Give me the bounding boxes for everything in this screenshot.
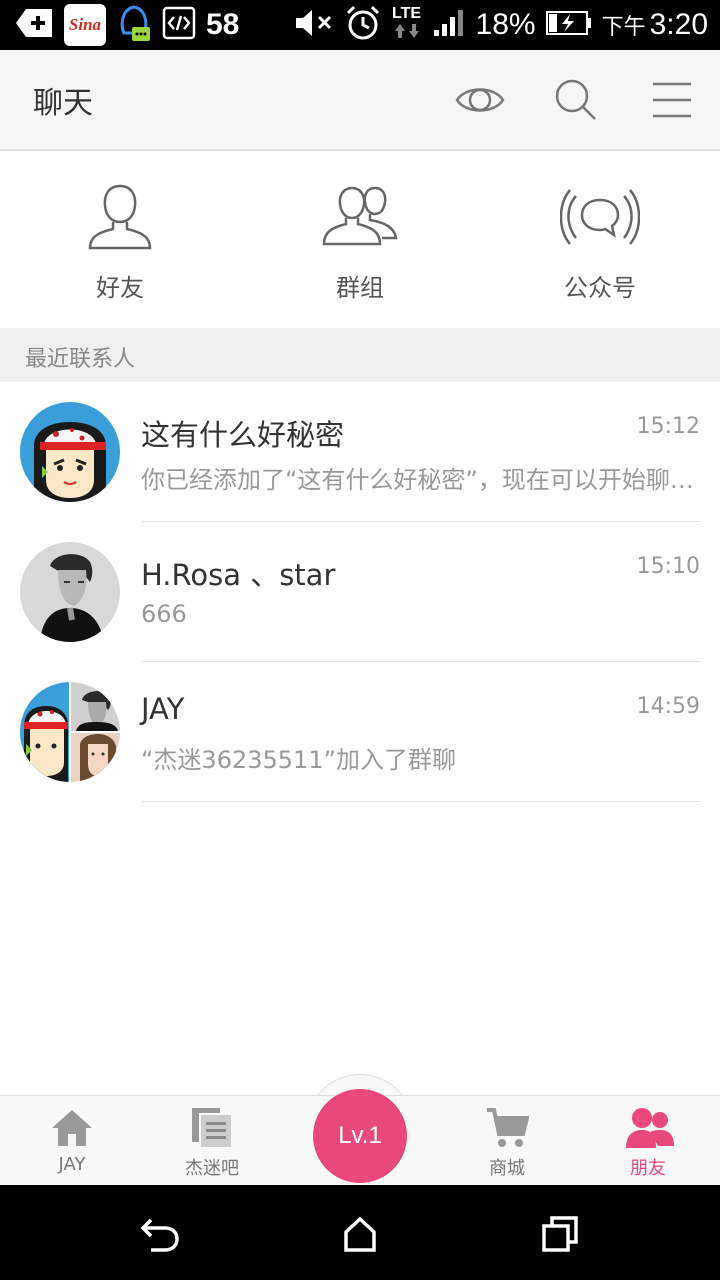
level-label: Lv.1: [338, 1122, 382, 1149]
conversation-time: 15:10: [636, 554, 700, 579]
nav-label-jay: JAY: [58, 1154, 86, 1175]
tab-groups[interactable]: 群组: [240, 152, 480, 328]
home-icon[interactable]: [335, 1209, 385, 1259]
quick-tabs: 好友 群组 公众号: [0, 152, 720, 328]
developer-code-icon: [162, 6, 196, 44]
nav-item-fans[interactable]: 杰迷吧: [152, 1096, 272, 1186]
tab-friends[interactable]: 好友: [0, 152, 240, 328]
avatar: [20, 402, 120, 502]
qq-icon: [116, 3, 152, 47]
clock-time: 3:20: [649, 8, 708, 41]
battery-percent: 18%: [475, 8, 536, 41]
conversation-item[interactable]: JAY “杰迷36235511”加入了群聊 14:59: [0, 662, 720, 802]
eye-icon[interactable]: [450, 72, 510, 128]
system-navigation-bar: [0, 1185, 720, 1280]
page-title: 聊天: [33, 86, 93, 121]
level-button[interactable]: Lv.1: [313, 1089, 407, 1183]
conversation-time: 14:59: [636, 694, 700, 719]
recent-contacts-header: 最近联系人: [0, 328, 720, 382]
nav-item-friends[interactable]: 朋友: [588, 1096, 708, 1186]
alarm-icon: [344, 4, 382, 46]
status-bar: Sina 58 LTE 18% 下午 3:20: [0, 0, 720, 50]
avatar: [20, 542, 120, 642]
sina-logo-text: Sina: [68, 15, 102, 34]
tab-official-accounts[interactable]: 公众号: [480, 152, 720, 328]
recent-apps-icon[interactable]: [535, 1209, 585, 1259]
sina-weibo-icon: Sina: [64, 4, 106, 46]
mute-icon: [294, 7, 334, 43]
conversation-name: H.Rosa 、star: [141, 558, 336, 592]
lte-indicator: LTE: [392, 6, 422, 44]
conversation-item[interactable]: H.Rosa 、star 666 15:10: [0, 522, 720, 662]
signal-icon: [432, 8, 466, 42]
conversation-name: JAY: [141, 692, 185, 726]
conversation-preview: 你已经添加了“这有什么好秘密”，现在可以开始聊天了。: [141, 466, 701, 494]
tab-official-accounts-label: 公众号: [564, 274, 636, 302]
conversation-item[interactable]: 这有什么好秘密 你已经添加了“这有什么好秘密”，现在可以开始聊天了。 15:12: [0, 382, 720, 522]
time-period: 下午: [601, 15, 646, 40]
nav-label-friends: 朋友: [630, 1158, 666, 1179]
nav-label-shop: 商城: [489, 1158, 525, 1179]
app-header: 聊天: [0, 50, 720, 151]
conversation-preview: 666: [141, 600, 187, 628]
section-title: 最近联系人: [25, 347, 136, 372]
divider: [141, 801, 700, 802]
tab-friends-label: 好友: [96, 274, 144, 302]
conversation-name: 这有什么好秘密: [141, 418, 345, 452]
network-type: LTE: [392, 5, 422, 22]
add-notification-icon: [14, 7, 54, 43]
conversation-preview: “杰迷36235511”加入了群聊: [141, 746, 457, 774]
search-icon[interactable]: [546, 72, 606, 128]
menu-icon[interactable]: [642, 72, 702, 128]
nav-item-shop[interactable]: 商城: [447, 1096, 567, 1186]
notification-count: 58: [206, 8, 240, 41]
nav-label-fans: 杰迷吧: [185, 1158, 239, 1179]
battery-charging-icon: [545, 10, 592, 40]
conversation-time: 15:12: [636, 414, 700, 439]
group-avatar: [20, 682, 120, 782]
tab-groups-label: 群组: [336, 274, 384, 302]
back-icon[interactable]: [134, 1209, 184, 1259]
nav-item-jay[interactable]: JAY: [12, 1096, 132, 1186]
